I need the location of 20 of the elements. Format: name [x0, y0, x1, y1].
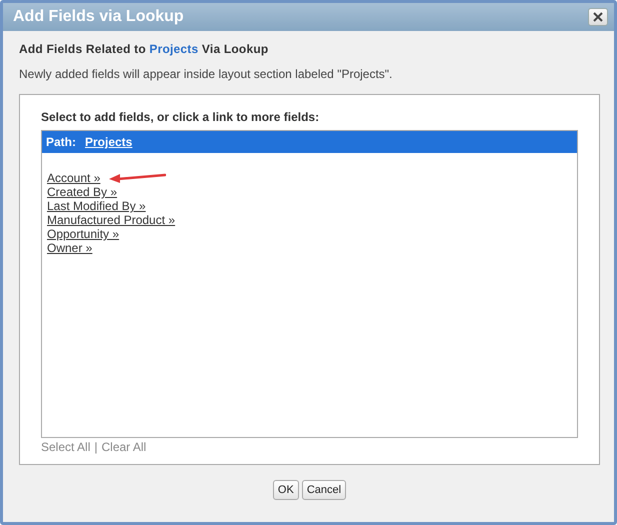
field-link[interactable]: Account »	[47, 171, 100, 185]
field-link[interactable]: Last Modified By »	[47, 199, 146, 213]
selection-link[interactable]: Clear All	[101, 440, 146, 454]
separator-text: |	[94, 440, 98, 454]
window-title: Add Fields via Lookup	[13, 8, 184, 26]
projects-link[interactable]: Projects	[149, 42, 198, 56]
field-link[interactable]: Owner »	[47, 241, 92, 255]
dialog-heading: Add Fields Related to Projects Via Lookup	[19, 42, 270, 56]
dialog-button[interactable]: OK	[272, 480, 299, 500]
field-link[interactable]: Manufactured Product »	[47, 213, 176, 227]
field-link[interactable]: Created By »	[47, 185, 118, 199]
dialog-button[interactable]: Cancel	[302, 480, 346, 500]
close-icon	[593, 12, 603, 22]
path-label: Path:	[46, 135, 76, 149]
path-link[interactable]: Projects	[85, 135, 132, 149]
selection-link[interactable]: Select All	[41, 440, 90, 454]
info-text: Newly added fields will appear inside layout section labeled "Projects".	[19, 67, 394, 81]
field-link[interactable]: Opportunity »	[47, 227, 120, 241]
instruction-text: Select to add fields, or click a link to more fields:	[41, 110, 320, 124]
close-button[interactable]	[588, 8, 608, 26]
